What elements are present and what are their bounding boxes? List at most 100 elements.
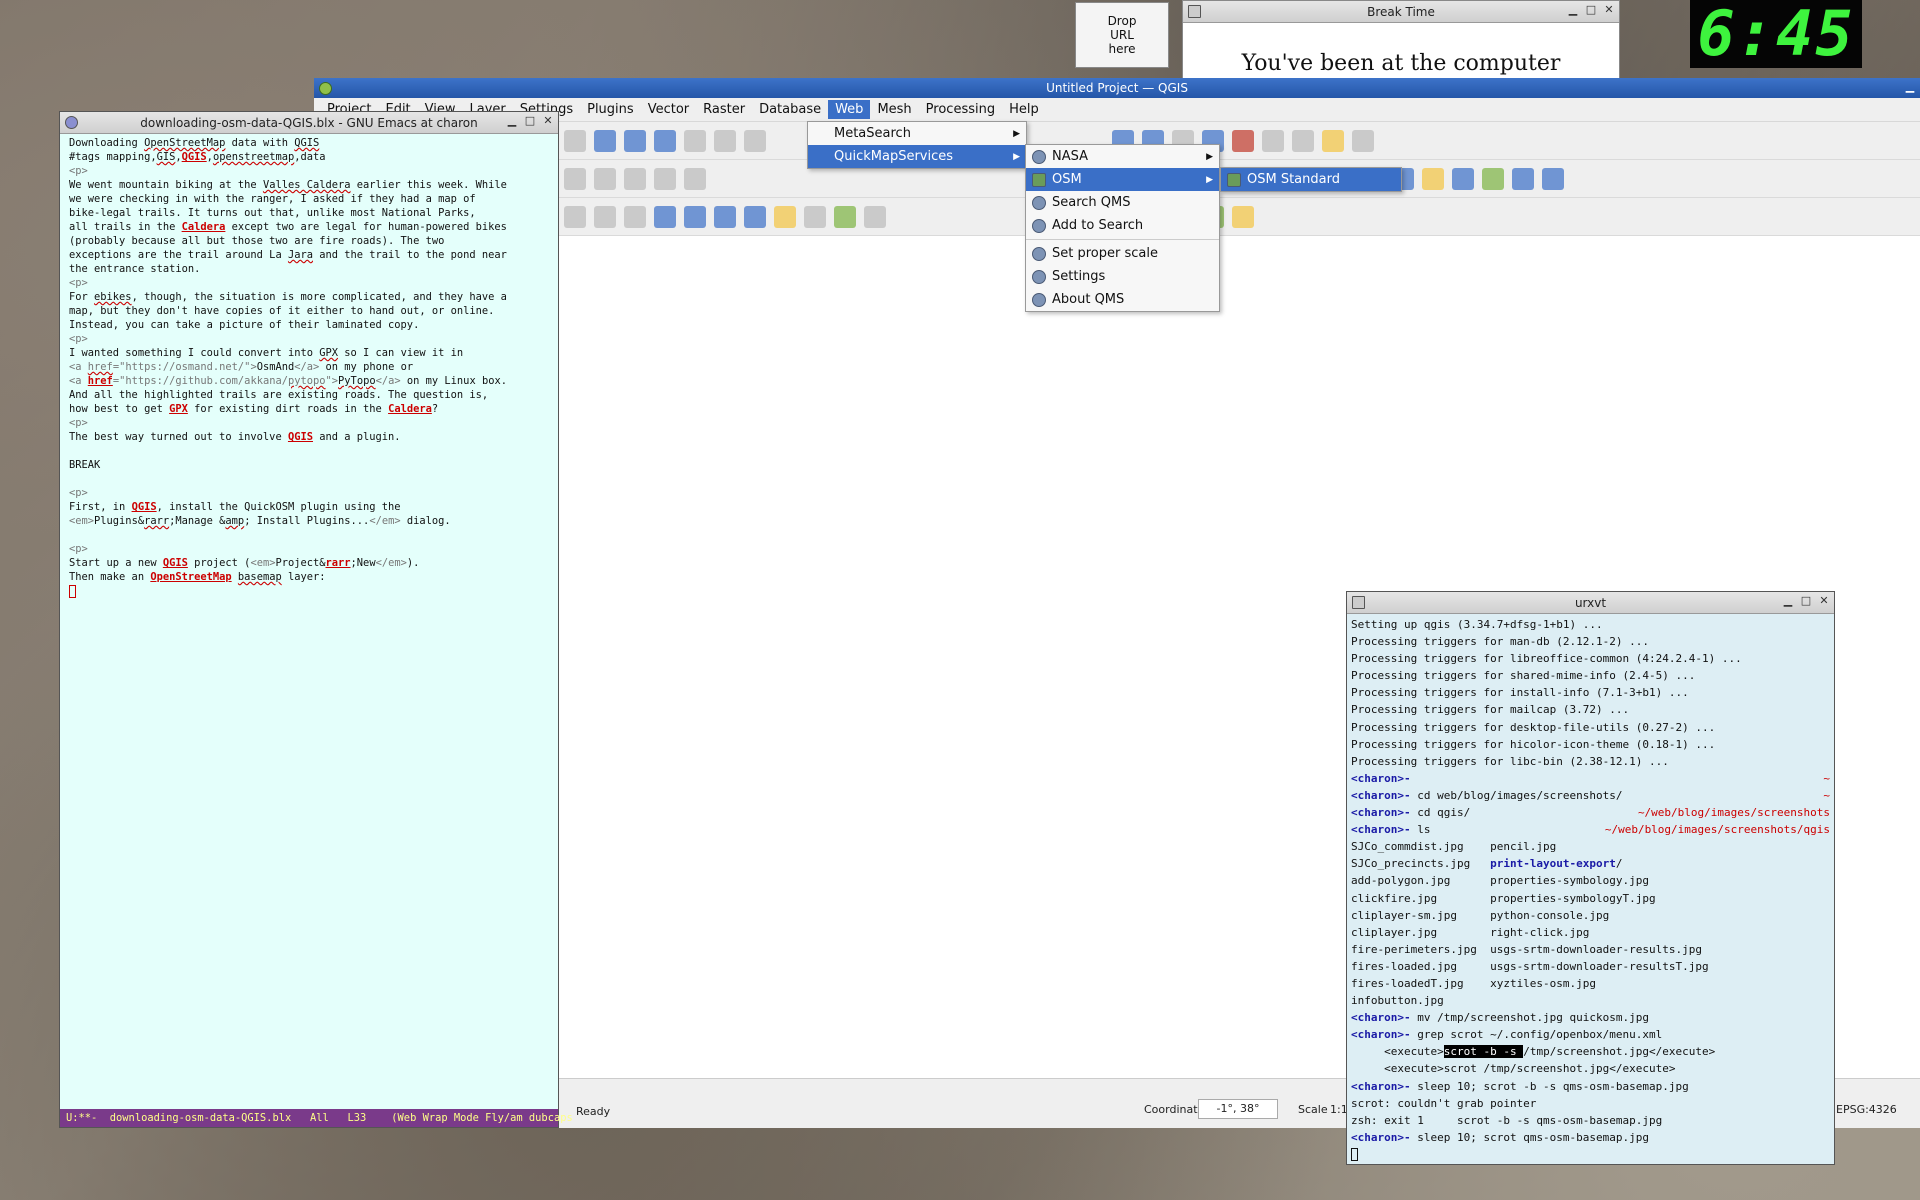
- scale-label: Scale: [1298, 1103, 1328, 1116]
- emacs-buffer[interactable]: Downloading OpenStreetMap data with QGIS…: [60, 134, 558, 1105]
- minimize-icon[interactable]: ▁: [1567, 4, 1579, 16]
- nasa-icon: [1032, 150, 1046, 164]
- menu-item-search-qms[interactable]: Search QMS: [1026, 191, 1219, 214]
- pan-icon[interactable]: [564, 129, 586, 152]
- maximize-icon[interactable]: □: [1800, 595, 1812, 607]
- add-line-icon[interactable]: [744, 205, 766, 228]
- star-icon[interactable]: [774, 205, 796, 228]
- menu-web[interactable]: Web: [828, 100, 871, 119]
- statistics-icon[interactable]: [1262, 129, 1284, 152]
- close-icon[interactable]: ✕: [1818, 595, 1830, 607]
- menu-item-osm[interactable]: OSM ▶: [1026, 168, 1219, 191]
- osm-submenu: OSM Standard: [1220, 167, 1402, 192]
- label-change-icon[interactable]: [834, 205, 856, 228]
- drop-url-line-1: Drop: [1107, 14, 1137, 28]
- text-annotation-icon[interactable]: [804, 205, 826, 228]
- add-feature-icon[interactable]: [654, 167, 676, 190]
- emacs-modeline: U:**- downloading-osm-data-QGIS.blx All …: [60, 1109, 573, 1127]
- menu-item-about-qms[interactable]: About QMS: [1026, 288, 1219, 311]
- coordinate-label: Coordinate: [1144, 1103, 1205, 1116]
- chevron-right-icon: ▶: [1013, 128, 1020, 139]
- window-icon: [1188, 5, 1201, 18]
- add-polygon-icon[interactable]: [714, 205, 736, 228]
- urxvt-titlebar[interactable]: urxvt ▁ □ ✕: [1347, 592, 1834, 614]
- break-time-titlebar[interactable]: Break Time ▁ □ ✕: [1183, 1, 1619, 23]
- move-label-icon[interactable]: [594, 205, 616, 228]
- save-edits-icon[interactable]: [624, 167, 646, 190]
- menu-processing[interactable]: Processing: [919, 100, 1002, 119]
- search-qms-label: Search QMS: [1052, 195, 1131, 210]
- status-ready: Ready: [576, 1105, 611, 1118]
- menu-vector[interactable]: Vector: [641, 100, 696, 119]
- break-time-message: You've been at the computer: [1241, 51, 1561, 76]
- osm-standard-icon: [1227, 173, 1241, 187]
- maximize-icon[interactable]: □: [524, 115, 536, 127]
- qgis-titlebar[interactable]: Untitled Project — QGIS ▁: [314, 78, 1920, 98]
- menu-item-settings[interactable]: Settings: [1026, 265, 1219, 288]
- menu-item-add-to-search[interactable]: Add to Search: [1026, 214, 1219, 237]
- locator-icon[interactable]: [1352, 129, 1374, 152]
- help-icon[interactable]: [1512, 167, 1534, 190]
- drop-url-line-2: URL: [1110, 28, 1134, 42]
- quickmapservices-label: QuickMapServices: [834, 149, 954, 164]
- coordinate-field[interactable]: -1°, 38°: [1198, 1099, 1278, 1119]
- menu-item-osm-standard[interactable]: OSM Standard: [1221, 168, 1401, 191]
- measure-icon[interactable]: [1292, 129, 1314, 152]
- menu-item-quickmapservices[interactable]: QuickMapServices ▶: [808, 145, 1026, 168]
- add-to-search-label: Add to Search: [1052, 218, 1144, 233]
- metasearch-label: MetaSearch: [834, 126, 911, 141]
- zoom-full-icon[interactable]: [654, 129, 676, 152]
- menu-help[interactable]: Help: [1002, 100, 1046, 119]
- quickosm-icon[interactable]: [1232, 205, 1254, 228]
- chevron-right-icon: ▶: [1206, 174, 1213, 185]
- urxvt-title: urxvt: [1574, 595, 1607, 610]
- edit-pencil-icon[interactable]: [564, 167, 586, 190]
- zoom-in-icon[interactable]: [594, 129, 616, 152]
- menu-plugins[interactable]: Plugins: [580, 100, 641, 119]
- terminal-output[interactable]: Setting up qgis (3.34.7+dfsg-1+b1) ... Pr…: [1347, 614, 1834, 1164]
- break-time-window: Break Time ▁ □ ✕ You've been at the comp…: [1182, 0, 1620, 80]
- emacs-logo-icon: [65, 116, 78, 129]
- qgis-title: Untitled Project — QGIS: [1046, 81, 1188, 95]
- osm-standard-label: OSM Standard: [1247, 172, 1340, 187]
- drop-url-widget[interactable]: Drop URL here: [1075, 2, 1169, 68]
- nasa-label: NASA: [1052, 149, 1089, 164]
- crs-button[interactable]: EPSG:4326: [1836, 1103, 1897, 1116]
- edit-icon[interactable]: [594, 167, 616, 190]
- georeferencer-icon[interactable]: [1482, 167, 1504, 190]
- zoom-layer-icon[interactable]: [714, 129, 736, 152]
- zoom-selection-icon[interactable]: [684, 129, 706, 152]
- minimize-icon[interactable]: ▁: [506, 115, 518, 127]
- menu-item-nasa[interactable]: NASA ▶: [1026, 145, 1219, 168]
- about-icon: [1032, 293, 1046, 307]
- zoom-out-icon[interactable]: [624, 129, 646, 152]
- map-tips-icon[interactable]: [1322, 129, 1344, 152]
- digital-clock: 6:45: [1690, 0, 1862, 68]
- python-console-icon[interactable]: [1422, 167, 1444, 190]
- plugin-manager-icon[interactable]: [1542, 167, 1564, 190]
- emacs-titlebar[interactable]: downloading-osm-data-QGIS.blx - GNU Emac…: [60, 112, 558, 134]
- digitize-icon[interactable]: [684, 167, 706, 190]
- chevron-right-icon: ▶: [1013, 151, 1020, 162]
- menu-mesh[interactable]: Mesh: [870, 100, 918, 119]
- rotate-label-icon[interactable]: [624, 205, 646, 228]
- label-tool-icon[interactable]: [564, 205, 586, 228]
- menu-item-metasearch[interactable]: MetaSearch ▶: [808, 122, 1026, 145]
- emacs-title: downloading-osm-data-QGIS.blx - GNU Emac…: [140, 115, 478, 130]
- zoom-native-icon[interactable]: [744, 129, 766, 152]
- minimize-icon[interactable]: ▁: [1782, 595, 1794, 607]
- close-icon[interactable]: ✕: [1603, 4, 1615, 16]
- menu-separator: [1026, 239, 1219, 240]
- text-tool-icon[interactable]: [864, 205, 886, 228]
- menu-database[interactable]: Database: [752, 100, 828, 119]
- menu-item-set-proper-scale[interactable]: Set proper scale: [1026, 242, 1219, 265]
- field-calculator-icon[interactable]: [1232, 129, 1254, 152]
- menu-raster[interactable]: Raster: [696, 100, 752, 119]
- maximize-icon[interactable]: □: [1585, 4, 1597, 16]
- label-text-icon[interactable]: [654, 205, 676, 228]
- select-features-icon[interactable]: [684, 205, 706, 228]
- close-icon[interactable]: ✕: [542, 115, 554, 127]
- emacs-window: downloading-osm-data-QGIS.blx - GNU Emac…: [59, 111, 573, 1128]
- world-icon[interactable]: [1452, 167, 1474, 190]
- minimize-icon[interactable]: ▁: [1904, 81, 1916, 93]
